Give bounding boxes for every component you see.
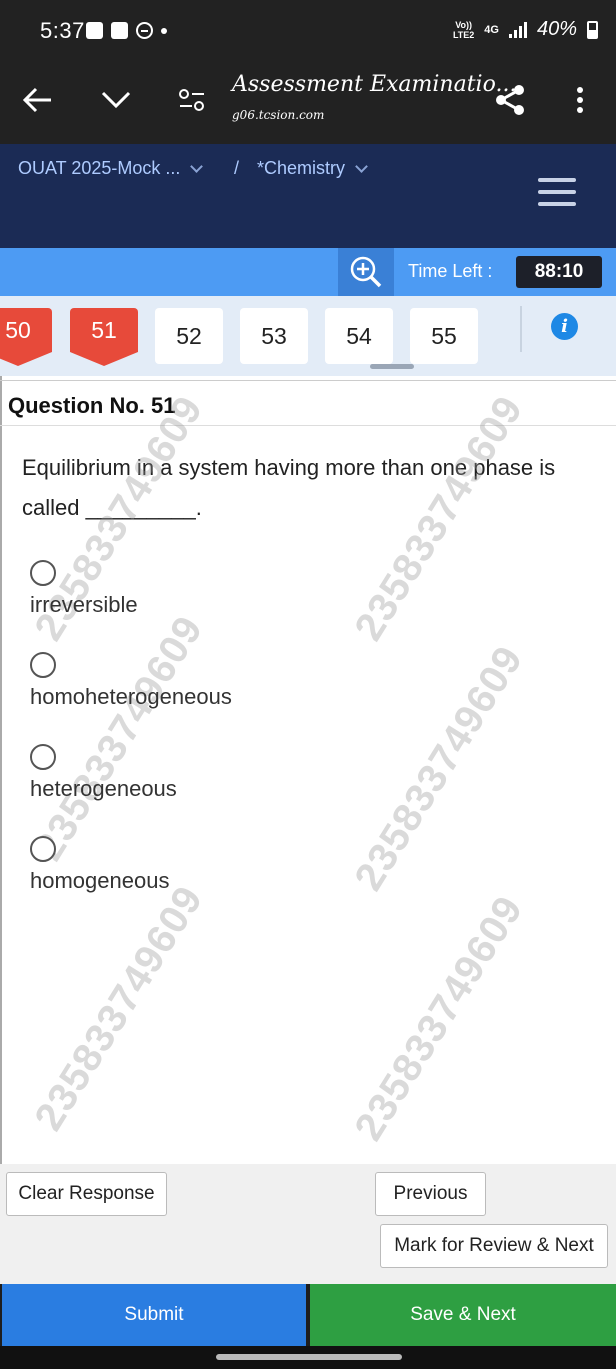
vpn-icon bbox=[111, 22, 128, 39]
system-nav-bar bbox=[0, 1346, 616, 1369]
status-time: 5:37 bbox=[40, 18, 85, 43]
save-next-button[interactable]: Save & Next bbox=[310, 1284, 616, 1346]
status-bar: 5:37 Vo)) LTE2 4G 40% bbox=[0, 0, 616, 62]
browser-app-bar: Assessment Examinatio... g06.tcsion.com bbox=[0, 62, 616, 144]
mark-for-review-button[interactable]: Mark for Review & Next bbox=[380, 1224, 608, 1268]
lte-label: LTE2 bbox=[452, 29, 475, 40]
palette-question-55[interactable]: 55 bbox=[410, 308, 478, 364]
net-type: 4G bbox=[484, 23, 499, 36]
volte-label: Vo)) bbox=[455, 19, 473, 30]
chevron-down-icon bbox=[190, 160, 204, 173]
page-url: g06.tcsion.com bbox=[232, 108, 325, 122]
status-right: Vo)) LTE2 4G 40% bbox=[453, 18, 598, 41]
palette-question-52[interactable]: 52 bbox=[155, 308, 223, 364]
option-4[interactable]: homogeneous bbox=[30, 836, 169, 894]
watermark: 235833749609 bbox=[26, 608, 212, 869]
question-text: Equilibrium in a system having more than… bbox=[22, 455, 556, 520]
radio-button[interactable] bbox=[30, 744, 56, 770]
watermark: 235833749609 bbox=[346, 888, 532, 1149]
palette-divider bbox=[520, 306, 522, 352]
question-palette: 50 51 52 53 54 55 i bbox=[0, 296, 616, 376]
palette-question-53[interactable]: 53 bbox=[240, 308, 308, 364]
filter-settings-icon[interactable] bbox=[172, 80, 212, 120]
panel-border bbox=[0, 376, 2, 1164]
option-2[interactable]: homoheterogeneous bbox=[30, 652, 232, 710]
submit-button[interactable]: Submit bbox=[2, 1284, 306, 1346]
option-label[interactable]: homogeneous bbox=[30, 868, 169, 894]
more-notifications-icon bbox=[161, 27, 167, 34]
exam-header: OUAT 2025-Mock ... / *Chemistry bbox=[0, 144, 616, 248]
info-icon[interactable]: i bbox=[551, 313, 578, 340]
palette-question-51[interactable]: 51 bbox=[70, 308, 138, 366]
radio-button[interactable] bbox=[30, 652, 56, 678]
breadcrumb-separator: / bbox=[234, 158, 240, 178]
watermark: 235833749609 bbox=[26, 878, 212, 1139]
option-label[interactable]: homoheterogeneous bbox=[30, 684, 232, 710]
clear-response-button[interactable]: Clear Response bbox=[6, 1172, 167, 1216]
option-label[interactable]: heterogeneous bbox=[30, 776, 177, 802]
hamburger-menu-icon[interactable] bbox=[538, 178, 576, 214]
exam-name: OUAT 2025-Mock ... bbox=[18, 158, 181, 178]
exam-selector[interactable]: OUAT 2025-Mock ... bbox=[18, 158, 204, 179]
radio-button[interactable] bbox=[30, 836, 56, 862]
radio-button[interactable] bbox=[30, 560, 56, 586]
notification-icons bbox=[86, 22, 167, 39]
palette-question-54[interactable]: 54 bbox=[325, 308, 393, 364]
volte-icon: Vo)) LTE2 bbox=[453, 20, 474, 40]
timer-bar: Time Left : 88:10 bbox=[0, 248, 616, 296]
palette-scroll-handle[interactable] bbox=[370, 364, 414, 369]
palette-question-50[interactable]: 50 bbox=[0, 308, 52, 366]
more-vert-icon[interactable] bbox=[560, 80, 600, 120]
previous-button[interactable]: Previous bbox=[375, 1172, 486, 1216]
home-gesture-handle[interactable] bbox=[216, 1354, 402, 1360]
question-panel: Question No. 51 Equilibrium in a system … bbox=[0, 376, 616, 1164]
option-1[interactable]: irreversible bbox=[30, 560, 138, 618]
chevron-down-icon bbox=[355, 160, 368, 173]
battery-percent: 40% bbox=[536, 18, 577, 40]
question-header: Question No. 51 bbox=[0, 380, 616, 426]
watermark: 235833749609 bbox=[346, 638, 532, 899]
page-title: Assessment Examinatio... bbox=[232, 72, 517, 97]
time-left-label: Time Left : bbox=[408, 261, 493, 281]
action-bar: Clear Response Previous Mark for Review … bbox=[0, 1164, 616, 1284]
section-name: *Chemistry bbox=[257, 158, 346, 178]
option-label[interactable]: irreversible bbox=[30, 592, 138, 618]
question-number: Question No. 51 bbox=[8, 393, 176, 418]
do-not-disturb-icon bbox=[136, 22, 153, 39]
section-selector[interactable]: *Chemistry bbox=[257, 158, 368, 179]
gallery-icon bbox=[86, 22, 103, 39]
back-arrow-icon[interactable] bbox=[18, 80, 58, 120]
time-left-value: 88:10 bbox=[516, 256, 602, 288]
battery-icon bbox=[587, 20, 598, 39]
chevron-down-icon[interactable] bbox=[96, 80, 136, 120]
signal-icon bbox=[508, 21, 527, 38]
share-icon[interactable] bbox=[490, 80, 530, 120]
zoom-in-icon[interactable] bbox=[338, 248, 394, 296]
option-3[interactable]: heterogeneous bbox=[30, 744, 177, 802]
